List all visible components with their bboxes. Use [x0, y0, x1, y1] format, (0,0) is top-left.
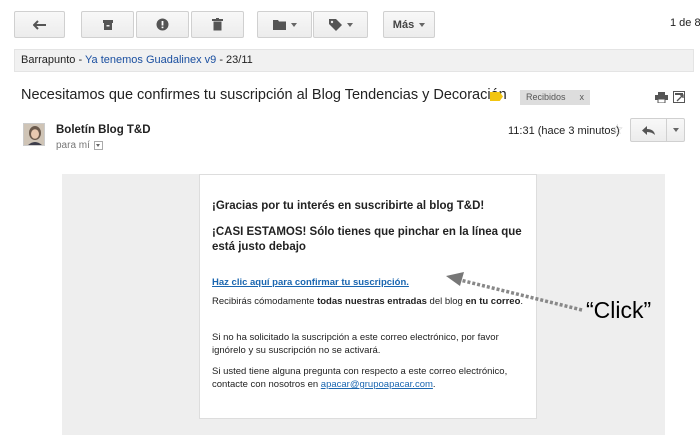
recipient-text: para mí — [56, 140, 90, 151]
chevron-down-icon — [672, 128, 679, 132]
reply-icon — [642, 125, 655, 135]
chevron-down-icon — [290, 22, 297, 27]
label-chip-inbox[interactable]: Recibidos x — [520, 90, 591, 105]
web-clip-source: Barrapunto — [21, 54, 76, 66]
avatar-photo — [24, 124, 44, 145]
info-bold-1: todas nuestras entradas — [317, 296, 427, 307]
back-button[interactable] — [14, 11, 65, 38]
annotation-arrow — [446, 272, 583, 312]
toolbar: Más 1 de 8 — [0, 0, 700, 46]
contact-email-link[interactable]: apacar@grupoapacar.com — [321, 379, 433, 390]
recipient-line: para mí — [56, 140, 103, 151]
reply-button[interactable] — [631, 119, 667, 141]
web-clip-separator: - — [75, 54, 86, 66]
new-window-icon[interactable] — [673, 91, 685, 103]
more-actions-button[interactable] — [667, 119, 684, 141]
star-icon[interactable]: ☆ — [611, 121, 624, 138]
chevron-down-icon — [419, 22, 426, 27]
web-clip-link[interactable]: Ya tenemos Guadalinex v9 — [85, 54, 216, 66]
print-icon[interactable] — [655, 92, 668, 103]
ignore-paragraph: Si no ha solicitado la suscripción a est… — [212, 332, 499, 356]
email-subject: Necesitamos que confirmes tu suscripción… — [21, 87, 507, 103]
label-chip-remove[interactable]: x — [580, 92, 585, 102]
thanks-heading: ¡Gracias por tu interés en suscribirte a… — [212, 200, 485, 212]
more-label: Más — [392, 18, 415, 31]
reply-button-group — [630, 118, 685, 142]
more-button[interactable]: Más — [383, 11, 435, 38]
pager: 1 de 8 — [670, 17, 700, 29]
contact-paragraph: Si usted tiene alguna pregunta con respe… — [212, 365, 518, 391]
chevron-down-icon — [346, 22, 353, 27]
web-clip-date: - 23/11 — [216, 54, 253, 66]
report-spam-button[interactable] — [136, 11, 189, 38]
delete-button[interactable] — [191, 11, 244, 38]
web-clip-bar: Barrapunto - Ya tenemos Guadalinex v9 - … — [14, 49, 694, 72]
trash-icon — [212, 18, 223, 31]
report-spam-icon — [156, 18, 169, 31]
arrow-back-icon — [32, 19, 46, 30]
label-tag-icon — [328, 18, 342, 31]
avatar[interactable] — [23, 123, 45, 146]
sender-name[interactable]: Boletín Blog T&D — [56, 124, 151, 136]
archive-button[interactable] — [81, 11, 134, 38]
folder-icon — [272, 20, 286, 30]
click-annotation-label: “Click” — [586, 297, 652, 323]
move-to-folder-button[interactable] — [257, 11, 312, 38]
label-chip-text: Recibidos — [526, 92, 566, 102]
chevron-down-icon — [96, 144, 101, 147]
archive-icon — [102, 19, 113, 30]
email-timestamp: 11:31 (hace 3 minutos) — [508, 125, 620, 137]
confirm-subscription-link[interactable]: Haz clic aquí para confirmar tu suscripc… — [212, 277, 409, 288]
almost-done-heading: ¡CASI ESTAMOS! Sólo tienes que pinchar e… — [212, 226, 522, 253]
labels-button[interactable] — [313, 11, 368, 38]
show-details-button[interactable] — [93, 141, 103, 150]
contact-end: . — [432, 379, 436, 390]
info-text-1: Recibirás cómodamente — [212, 296, 318, 307]
